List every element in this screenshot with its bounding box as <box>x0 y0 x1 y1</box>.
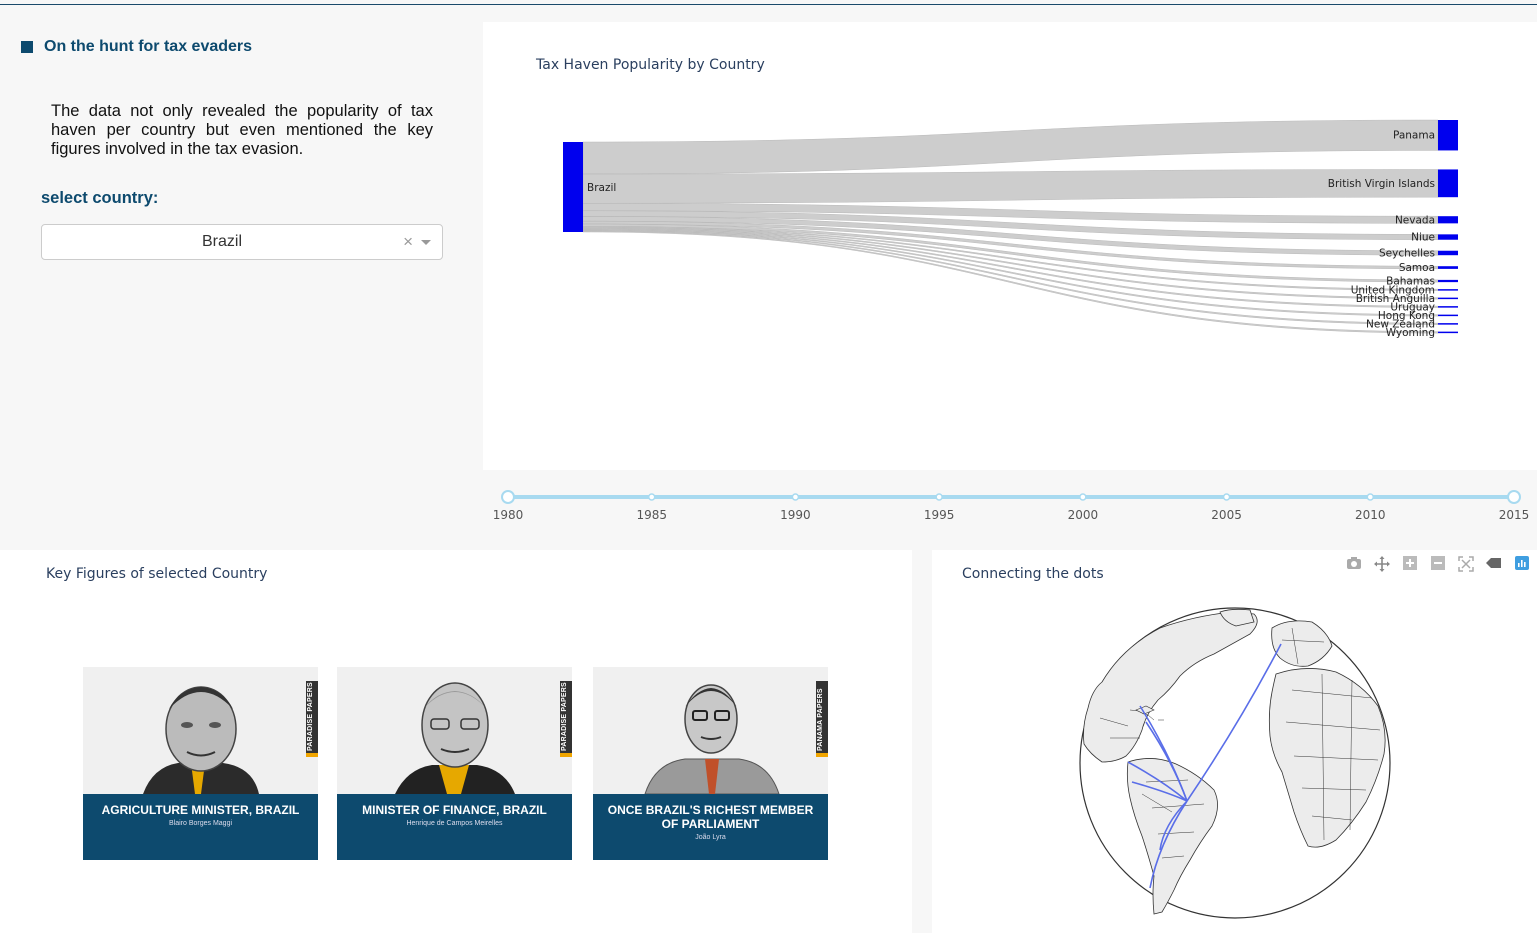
sankey-source-node[interactable] <box>563 142 583 232</box>
top-border <box>0 4 1537 5</box>
figure-caption: ONCE BRAZIL'S RICHEST MEMBER OF PARLIAME… <box>593 794 828 860</box>
sankey-target-node[interactable] <box>1438 216 1458 224</box>
portrait-image <box>337 667 572 794</box>
slider-mark-label: 2000 <box>1068 508 1099 522</box>
slider-mark-label: 2010 <box>1355 508 1386 522</box>
slider-dot <box>1366 493 1375 501</box>
slider-mark-label: 1995 <box>924 508 955 522</box>
figure-name: Henrique de Campos Meirelles <box>406 820 503 827</box>
sankey-links <box>582 119 1439 334</box>
key-figures-panel: Key Figures of selected Country PARADISE… <box>0 550 912 933</box>
portrait-image <box>83 667 318 794</box>
sankey-link[interactable] <box>582 169 1439 204</box>
close-icon[interactable]: × <box>403 232 413 252</box>
sankey-link[interactable] <box>582 228 1439 317</box>
section-header: On the hunt for tax evaders <box>21 38 252 56</box>
figure-role: ONCE BRAZIL'S RICHEST MEMBER OF PARLIAME… <box>607 803 814 831</box>
sankey-target-label: British Virgin Islands <box>1328 178 1435 190</box>
sankey-target-node[interactable] <box>1438 331 1458 334</box>
figure-role: AGRICULTURE MINISTER, BRAZIL <box>101 803 300 817</box>
sankey-target-label: Nevada <box>1395 214 1435 226</box>
slider-dot <box>935 493 943 501</box>
sankey-target-node[interactable] <box>1438 323 1458 325</box>
sankey-target-label: Seychelles <box>1379 247 1435 259</box>
intro-description: The data not only revealed the popularit… <box>51 102 433 158</box>
paper-source-tag: PARADISE PAPERS <box>306 681 318 757</box>
sankey-target-node[interactable] <box>1438 266 1458 269</box>
country-dropdown-value: Brazil <box>201 233 242 250</box>
country-select-label: select country: <box>41 189 159 207</box>
slider-dot <box>647 493 656 501</box>
square-bullet-icon <box>21 41 33 53</box>
globe-map[interactable] <box>932 550 1537 933</box>
page-title: On the hunt for tax evaders <box>44 38 253 55</box>
slider-handle[interactable] <box>1507 490 1521 504</box>
figure-card[interactable]: PARADISE PAPERS MINISTER OF FINANCE, BRA… <box>337 667 572 860</box>
sankey-target-node[interactable] <box>1438 297 1458 300</box>
sankey-target-node[interactable] <box>1438 250 1458 256</box>
sankey-panel: Tax Haven Popularity by Country Panama Br… <box>483 22 1537 470</box>
globe-panel: Connecting the dots <box>932 550 1537 933</box>
sankey-target-node[interactable] <box>1438 120 1458 151</box>
key-figures-title: Key Figures of selected Country <box>46 566 268 582</box>
figure-caption: AGRICULTURE MINISTER, BRAZIL Blairo Borg… <box>83 794 318 860</box>
sankey-target-label: Wyoming <box>1386 327 1435 339</box>
figure-caption: MINISTER OF FINANCE, BRAZIL Henrique de … <box>337 794 572 860</box>
figure-card[interactable]: PANAMA PAPERS ONCE BRAZIL'S RICHEST MEMB… <box>593 667 828 860</box>
year-range-slider[interactable]: 1980 1985 1990 1995 2000 2005 2010 2015 <box>483 480 1537 540</box>
paper-source-tag: PARADISE PAPERS <box>560 681 572 757</box>
paper-source-tag: PANAMA PAPERS <box>816 681 828 757</box>
slider-mark-label: 1985 <box>636 508 667 522</box>
figure-name: João Lyra <box>695 834 726 841</box>
sankey-target-node[interactable] <box>1438 234 1458 240</box>
chevron-down-icon[interactable] <box>421 240 431 245</box>
sankey-target-label: Niue <box>1411 232 1435 244</box>
intro-panel: On the hunt for tax evaders The data not… <box>0 22 483 548</box>
slider-mark-label: 1980 <box>493 508 524 522</box>
sankey-source-label: Brazil <box>587 182 616 194</box>
figure-name: Blairo Borges Maggi <box>168 820 233 827</box>
sankey-target-node[interactable] <box>1438 169 1458 198</box>
country-dropdown[interactable]: Brazil × <box>41 224 443 260</box>
slider-dot <box>1079 493 1087 501</box>
slider-mark-label: 1990 <box>780 508 811 522</box>
sankey-target-node[interactable] <box>1438 306 1458 308</box>
slider-dot <box>791 493 800 501</box>
globe-map-drawing <box>1079 607 1391 919</box>
year-slider-track[interactable]: 1980 1985 1990 1995 2000 2005 2010 2015 <box>483 480 1537 540</box>
portrait-image <box>593 667 828 794</box>
sankey-target-node[interactable] <box>1438 279 1458 283</box>
slider-dot <box>1222 493 1231 501</box>
slider-mark-label: 2005 <box>1211 508 1242 522</box>
sankey-target-label: Panama <box>1393 130 1435 142</box>
sankey-chart[interactable]: Panama British Virgin Islands Nevada Niue Se… <box>483 22 1537 470</box>
sankey-target-node[interactable] <box>1438 289 1458 291</box>
slider-mark-label: 2015 <box>1499 508 1530 522</box>
sankey-target-node[interactable] <box>1438 314 1458 317</box>
sankey-link[interactable] <box>582 119 1439 175</box>
sankey-target-label: Samoa <box>1399 262 1435 274</box>
slider-handle[interactable] <box>501 490 515 504</box>
figure-card[interactable]: PARADISE PAPERS AGRICULTURE MINISTER, BR… <box>83 667 318 860</box>
figure-role: MINISTER OF FINANCE, BRAZIL <box>362 803 547 817</box>
